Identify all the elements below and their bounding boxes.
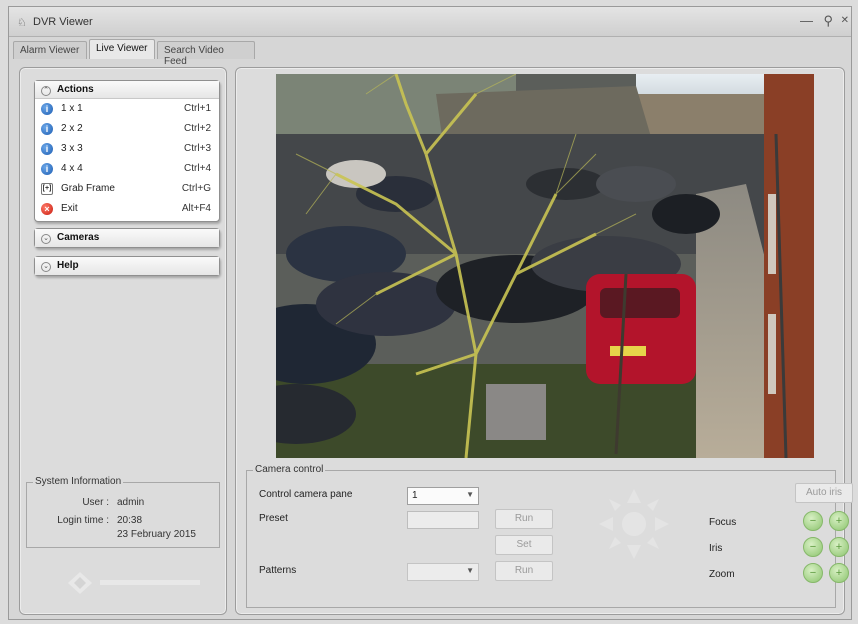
window-title: DVR Viewer	[33, 16, 93, 28]
close-button[interactable]: ✕	[841, 15, 849, 26]
system-information: System Information User : admin Login ti…	[26, 476, 220, 548]
camera-control-legend: Camera control	[253, 464, 326, 475]
sidebar-panel: ⌃ Actions i 1 x 1 Ctrl+1 i 2 x 2 Ctrl+2 i 3 x …	[19, 67, 227, 615]
focus-far-button[interactable]: +	[829, 511, 849, 531]
main-panel: Camera control Control camera pane 1 ▼ Pr…	[235, 67, 853, 615]
preset-label: Preset	[259, 513, 288, 524]
title-bar: ♘ DVR Viewer — ⚲ ✕	[9, 7, 851, 37]
chevron-down-icon: ⌄	[41, 234, 51, 244]
action-grab-frame[interactable]: [+] Grab Frame Ctrl+G	[35, 179, 219, 199]
control-camera-pane-select[interactable]: 1 ▼	[407, 487, 479, 505]
login-time-value: 20:38	[117, 515, 143, 526]
action-label: 2 x 2	[61, 123, 83, 134]
action-1x1[interactable]: i 1 x 1 Ctrl+1	[35, 99, 219, 119]
help-group[interactable]: ⌄ Help	[34, 256, 220, 276]
action-shortcut: Ctrl+G	[181, 183, 211, 194]
grab-frame-icon: [+]	[41, 183, 53, 195]
user-value: admin	[117, 497, 145, 508]
patterns-run-button[interactable]: Run	[495, 561, 553, 581]
minimize-button[interactable]: —	[800, 13, 813, 28]
iris-close-button[interactable]: −	[803, 537, 823, 557]
action-shortcut: Ctrl+2	[184, 123, 211, 134]
login-date-value: 23 February 2015	[117, 529, 196, 540]
info-icon: i	[41, 123, 53, 135]
zoom-label: Zoom	[709, 569, 735, 580]
actions-header[interactable]: ⌃ Actions	[35, 81, 219, 99]
zoom-in-button[interactable]: +	[829, 563, 849, 583]
login-time-label: Login time :	[57, 515, 109, 526]
control-camera-pane-label: Control camera pane	[259, 489, 353, 500]
tab-live-viewer[interactable]: Live Viewer	[89, 39, 155, 59]
cameras-header-label: Cameras	[57, 232, 100, 243]
patterns-label: Patterns	[259, 565, 297, 576]
tab-alarm-viewer[interactable]: Alarm Viewer	[13, 41, 87, 59]
actions-group: ⌃ Actions i 1 x 1 Ctrl+1 i 2 x 2 Ctrl+2 i 3 x …	[34, 80, 220, 222]
cameras-group[interactable]: ⌄ Cameras	[34, 228, 220, 248]
magnifier-icon[interactable]: ⚲	[823, 13, 833, 29]
action-label: 4 x 4	[61, 163, 83, 174]
tab-bar: Alarm Viewer Live Viewer Search Video Fe…	[9, 39, 851, 67]
action-shortcut: Alt+F4	[181, 203, 211, 214]
exit-icon: ×	[41, 203, 53, 215]
action-3x3[interactable]: i 3 x 3 Ctrl+3	[35, 139, 219, 159]
control-camera-pane-value: 1	[412, 490, 418, 501]
dropdown-arrow-icon: ▼	[466, 566, 474, 575]
logo-watermark	[68, 572, 200, 594]
system-info-legend: System Information	[33, 476, 124, 487]
actions-header-label: Actions	[57, 84, 94, 95]
help-header[interactable]: ⌄ Help	[35, 257, 219, 275]
chevron-down-icon: ⌄	[41, 262, 51, 272]
action-shortcut: Ctrl+1	[184, 103, 211, 114]
ptz-joystick-icon[interactable]	[599, 489, 669, 559]
action-shortcut: Ctrl+4	[184, 163, 211, 174]
focus-near-button[interactable]: −	[803, 511, 823, 531]
action-shortcut: Ctrl+3	[184, 143, 211, 154]
preset-input[interactable]	[407, 511, 479, 529]
tab-search-video-feed[interactable]: Search Video Feed	[157, 41, 255, 67]
cameras-header[interactable]: ⌄ Cameras	[35, 229, 219, 247]
info-icon: i	[41, 163, 53, 175]
focus-label: Focus	[709, 517, 737, 528]
camera-feed-image	[276, 74, 814, 458]
action-label: Exit	[61, 203, 78, 214]
action-2x2[interactable]: i 2 x 2 Ctrl+2	[35, 119, 219, 139]
app-window: ♘ DVR Viewer — ⚲ ✕ Alarm Viewer Live Vie…	[8, 6, 853, 620]
preset-run-button[interactable]: Run	[495, 509, 553, 529]
user-label: User :	[82, 497, 109, 508]
zoom-out-button[interactable]: −	[803, 563, 823, 583]
action-label: 3 x 3	[61, 143, 83, 154]
iris-label: Iris	[709, 543, 723, 554]
camera-feed[interactable]	[276, 74, 814, 458]
info-icon: i	[41, 143, 53, 155]
action-4x4[interactable]: i 4 x 4 Ctrl+4	[35, 159, 219, 179]
action-label: 1 x 1	[61, 103, 83, 114]
preset-set-button[interactable]: Set	[495, 535, 553, 555]
tree-icon: ♘	[17, 17, 27, 29]
iris-open-button[interactable]: +	[829, 537, 849, 557]
patterns-select[interactable]: ▼	[407, 563, 479, 581]
action-label: Grab Frame	[61, 183, 115, 194]
action-exit[interactable]: × Exit Alt+F4	[35, 199, 219, 219]
dropdown-arrow-icon: ▼	[466, 490, 474, 499]
auto-iris-button[interactable]: Auto iris	[795, 483, 853, 503]
chevron-up-icon: ⌃	[41, 86, 51, 96]
help-header-label: Help	[57, 260, 79, 271]
info-icon: i	[41, 103, 53, 115]
camera-control: Camera control Control camera pane 1 ▼ Pr…	[246, 464, 853, 608]
